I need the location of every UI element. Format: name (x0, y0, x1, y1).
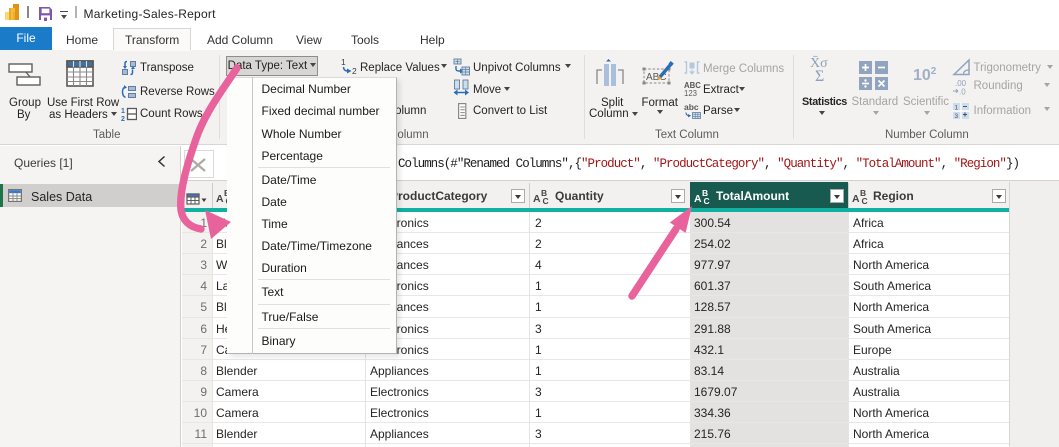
svg-text:1: 1 (341, 57, 346, 67)
svg-text:2: 2 (352, 66, 357, 75)
svg-text:1: 1 (955, 105, 959, 112)
svg-text:.0: .0 (959, 88, 966, 97)
svg-text:abc: abc (684, 103, 699, 112)
svg-text:1: 1 (121, 108, 125, 115)
svg-text:2: 2 (121, 116, 125, 122)
svg-text:123: 123 (684, 89, 697, 97)
svg-text:3: 3 (955, 113, 959, 120)
